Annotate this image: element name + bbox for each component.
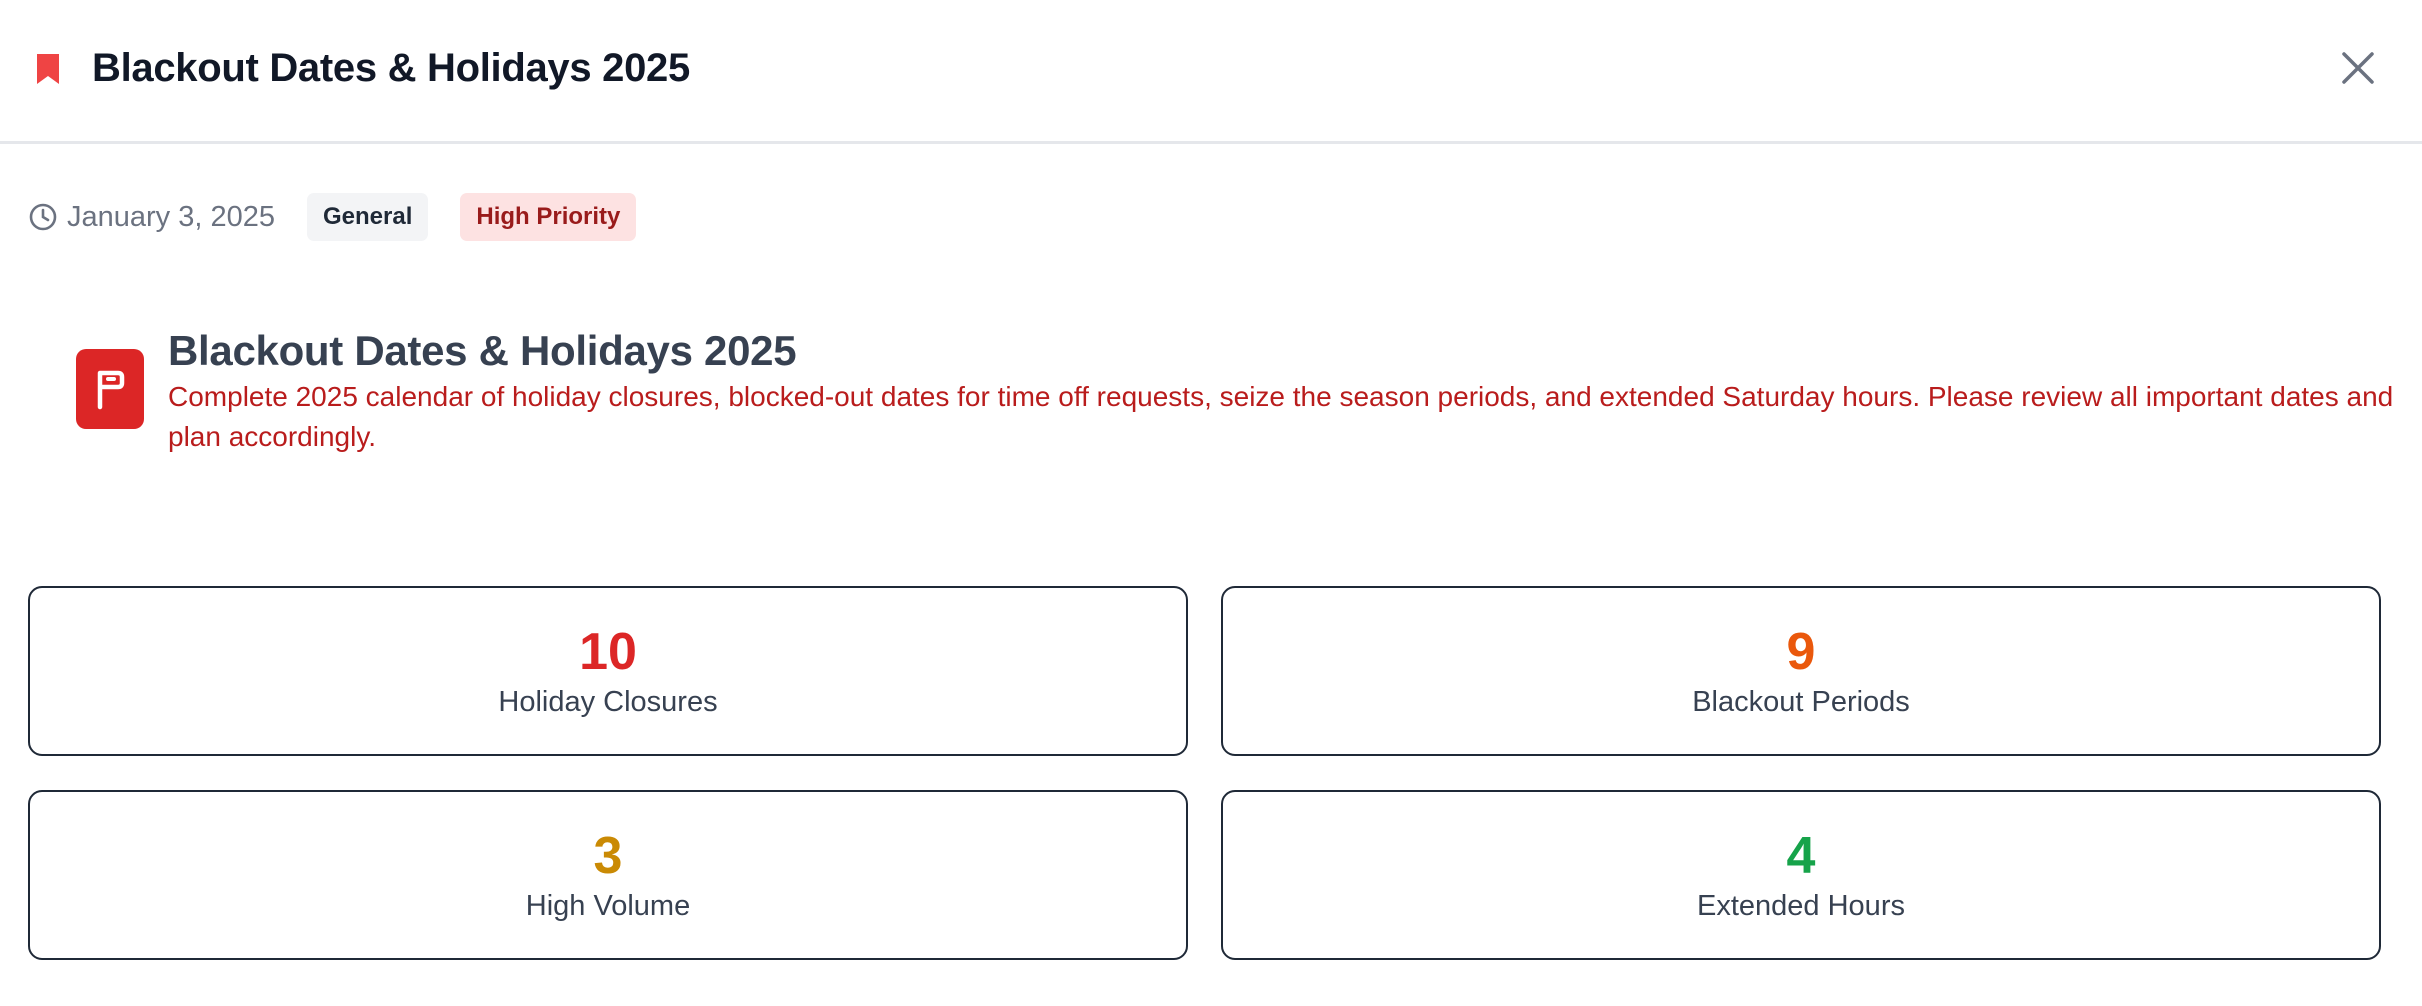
close-icon[interactable] xyxy=(2336,46,2380,90)
modal-header: Blackout Dates & Holidays 2025 xyxy=(0,0,2422,144)
stat-label: Blackout Periods xyxy=(1692,686,1910,718)
stat-label: Extended Hours xyxy=(1697,890,1905,922)
category-badge: General xyxy=(306,193,429,241)
stat-card-high-volume: 3 High Volume xyxy=(28,790,1188,960)
flag-icon xyxy=(76,349,144,429)
stat-card-extended-hours: 4 Extended Hours xyxy=(1221,790,2381,960)
priority-badge: High Priority xyxy=(460,193,637,241)
bookmark-icon xyxy=(37,54,59,84)
meta-row: January 3, 2025 General High Priority xyxy=(28,192,668,242)
stat-label: High Volume xyxy=(525,890,691,922)
stat-card-holiday-closures: 10 Holiday Closures xyxy=(28,586,1188,756)
stat-value: 3 xyxy=(593,827,623,885)
stat-value: 4 xyxy=(1786,827,1816,885)
stat-label: Holiday Closures xyxy=(498,686,718,718)
post-date: January 3, 2025 xyxy=(67,200,275,233)
modal-title: Blackout Dates & Holidays 2025 xyxy=(92,46,690,90)
notice-description: Complete 2025 calendar of holiday closur… xyxy=(168,381,2394,452)
stat-card-blackout-periods: 9 Blackout Periods xyxy=(1221,586,2381,756)
stat-value: 10 xyxy=(579,623,637,681)
clock-icon xyxy=(29,203,57,231)
stat-value: 9 xyxy=(1786,623,1816,681)
notice-title: Blackout Dates & Holidays 2025 xyxy=(168,327,797,374)
